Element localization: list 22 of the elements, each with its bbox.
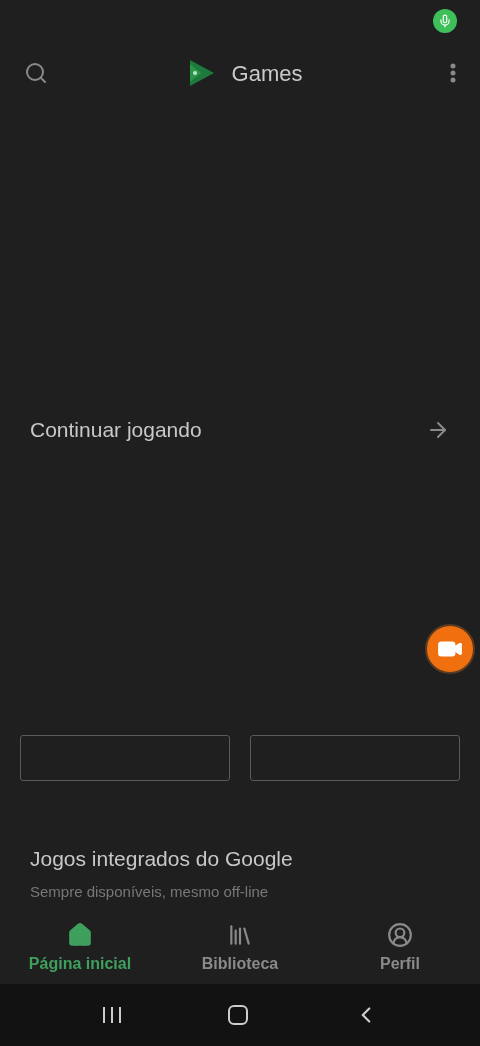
more-options-button[interactable]: [450, 63, 456, 83]
section-title: Continuar jogando: [30, 417, 202, 444]
app-title: Games: [231, 59, 303, 88]
search-icon: [24, 61, 48, 85]
section-title: Jogos integrados do Google: [30, 846, 294, 872]
home-icon: [67, 922, 93, 948]
profile-icon: [387, 922, 413, 948]
home-icon[interactable]: [228, 1005, 248, 1025]
nav-tab[interactable]: Biblioteca: [160, 922, 320, 984]
nav-label: Biblioteca: [201, 954, 279, 974]
nav-label: Página inicial: [28, 954, 132, 974]
microphone-icon: [438, 14, 452, 28]
nav-tab[interactable]: Página inicial: [0, 922, 160, 984]
nav-label: Perfil: [380, 954, 420, 974]
screen-record-button[interactable]: [425, 624, 475, 674]
more-options-icon: [450, 63, 456, 83]
search-button[interactable]: [24, 61, 48, 85]
nav-tab[interactable]: Perfil: [320, 922, 480, 984]
section-subtitle: Sempre disponíveis, mesmo off-line: [30, 881, 270, 902]
library-icon: [227, 922, 253, 948]
recent-apps-icon[interactable]: [100, 1006, 123, 1024]
game-controller-play-icon: [187, 58, 216, 88]
